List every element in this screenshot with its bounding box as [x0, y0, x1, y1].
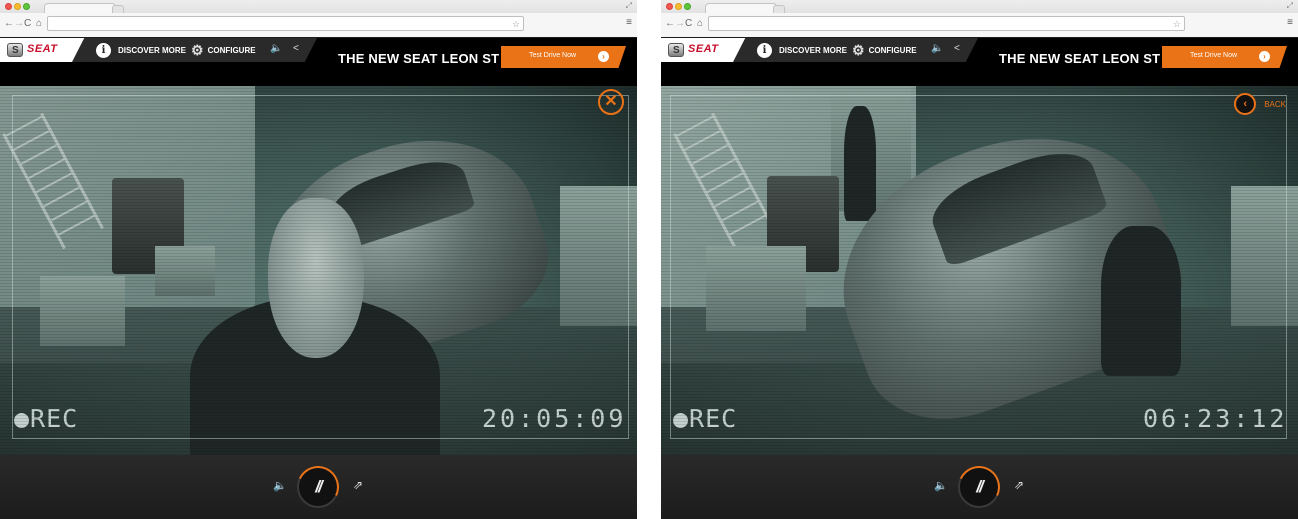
close-window-button[interactable] [666, 3, 673, 10]
forward-arrow-icon[interactable]: → [14, 18, 24, 30]
reload-icon[interactable]: C [685, 18, 692, 30]
back-label: BACK [1264, 99, 1286, 109]
seat-badge-icon: S [7, 43, 23, 57]
back-arrow-icon[interactable]: ← [4, 18, 14, 30]
gear-icon: ⚙ [852, 41, 865, 58]
player-controls: 🔈 // ⇗ [0, 455, 637, 519]
reload-icon[interactable]: C [24, 18, 31, 30]
browser-tab[interactable] [705, 3, 777, 13]
browser-toolbar: ← → C ⌂ ☆ ≡ [0, 13, 637, 37]
maximize-window-button[interactable] [23, 3, 30, 10]
share-icon[interactable]: < [293, 43, 299, 54]
discover-more-link[interactable]: i DISCOVER MORE [96, 38, 186, 62]
sound-icon[interactable]: 🔈 [270, 43, 282, 54]
test-drive-button[interactable]: Test Drive Now › [1162, 46, 1287, 68]
seat-logo[interactable]: S SEAT [0, 38, 86, 62]
chevron-left-icon: ‹ [1234, 93, 1257, 115]
browser-chrome: ⤢ ← → C ⌂ ☆ ≡ [661, 0, 1298, 37]
seat-logo[interactable]: S SEAT [661, 38, 747, 62]
camera-frame [12, 95, 629, 439]
camera-frame [670, 95, 1287, 439]
timecode: 06:23:12 [1143, 404, 1288, 433]
browser-chrome: ⤢ ← → C ⌂ ☆ ≡ [0, 0, 637, 37]
gear-icon: ⚙ [191, 41, 204, 58]
address-bar[interactable]: ☆ [708, 16, 1185, 31]
rec-indicator: ●REC [14, 404, 79, 433]
share-icon[interactable]: < [954, 43, 960, 54]
page-headline: THE NEW SEAT LEON ST [999, 51, 1161, 66]
site-header: S SEAT i DISCOVER MORE ⚙ CONFIGURE 🔈 < T… [0, 38, 637, 86]
video-player[interactable]: ●REC 20:05:09 ✕ [0, 86, 637, 455]
back-arrow-icon[interactable]: ← [665, 18, 675, 30]
logo-wordmark: SEAT [688, 43, 719, 55]
test-drive-label: Test Drive Now [1190, 52, 1238, 59]
fullscreen-icon[interactable]: ⤢ [626, 1, 632, 11]
browser-menu-icon[interactable]: ≡ [1287, 17, 1293, 29]
page-headline: THE NEW SEAT LEON ST [338, 51, 500, 66]
new-tab-button[interactable] [773, 5, 785, 13]
bookmark-star-icon[interactable]: ☆ [1173, 19, 1181, 29]
volume-icon[interactable]: 🔈 [273, 479, 287, 492]
browser-window-right: ⤢ ← → C ⌂ ☆ ≡ S SEAT i DISCOVER MORE ⚙ C… [661, 0, 1298, 519]
configure-label: CONFIGURE [868, 45, 917, 55]
test-drive-button[interactable]: Test Drive Now › [501, 46, 626, 68]
badge-letter: S [673, 45, 680, 56]
rec-indicator: ●REC [673, 404, 738, 433]
minimize-window-button[interactable] [14, 3, 21, 10]
video-player[interactable]: ●REC 06:23:12 ‹ BACK [661, 86, 1298, 455]
home-icon[interactable]: ⌂ [36, 18, 42, 30]
badge-letter: S [12, 45, 19, 56]
browser-menu-icon[interactable]: ≡ [626, 17, 632, 29]
browser-toolbar: ← → C ⌂ ☆ ≡ [661, 13, 1298, 37]
pause-icon: // [315, 477, 322, 496]
player-controls: 🔈 // ⇗ [661, 455, 1298, 519]
configure-link[interactable]: ⚙ CONFIGURE [191, 38, 256, 62]
discover-more-label: DISCOVER MORE [779, 45, 848, 55]
pause-icon: // [976, 477, 983, 496]
fullscreen-icon[interactable]: ⤢ [1287, 1, 1293, 11]
title-bar: ⤢ [0, 0, 637, 13]
discover-more-label: DISCOVER MORE [118, 45, 187, 55]
test-drive-label: Test Drive Now [529, 52, 577, 59]
forward-arrow-icon[interactable]: → [675, 18, 685, 30]
browser-window-left: ⤢ ← → C ⌂ ☆ ≡ S SEAT i DISCOVER MORE ⚙ C… [0, 0, 637, 519]
volume-icon[interactable]: 🔈 [934, 479, 948, 492]
minimize-window-button[interactable] [675, 3, 682, 10]
title-bar: ⤢ [661, 0, 1298, 13]
configure-label: CONFIGURE [207, 45, 256, 55]
browser-tab[interactable] [44, 3, 116, 13]
pause-button[interactable]: // [291, 460, 345, 514]
share-out-icon[interactable]: ⇗ [353, 478, 363, 492]
site-header: S SEAT i DISCOVER MORE ⚙ CONFIGURE 🔈 < T… [661, 38, 1298, 86]
new-tab-button[interactable] [112, 5, 124, 13]
info-icon: i [757, 42, 772, 58]
bookmark-star-icon[interactable]: ☆ [512, 19, 520, 29]
back-button[interactable]: ‹ BACK [1234, 93, 1286, 115]
home-icon[interactable]: ⌂ [697, 18, 703, 30]
configure-link[interactable]: ⚙ CONFIGURE [852, 38, 917, 62]
close-icon: ✕ [604, 93, 618, 110]
info-icon: i [96, 42, 111, 58]
chevron-right-icon: › [598, 51, 609, 62]
address-bar[interactable]: ☆ [47, 16, 524, 31]
timecode: 20:05:09 [482, 404, 627, 433]
pause-button[interactable]: // [952, 460, 1006, 514]
seat-badge-icon: S [668, 43, 684, 57]
logo-wordmark: SEAT [27, 43, 58, 55]
close-window-button[interactable] [5, 3, 12, 10]
share-out-icon[interactable]: ⇗ [1014, 478, 1024, 492]
sound-icon[interactable]: 🔈 [931, 43, 943, 54]
maximize-window-button[interactable] [684, 3, 691, 10]
chevron-right-icon: › [1259, 51, 1270, 62]
discover-more-link[interactable]: i DISCOVER MORE [757, 38, 847, 62]
close-video-button[interactable]: ✕ [598, 89, 624, 115]
